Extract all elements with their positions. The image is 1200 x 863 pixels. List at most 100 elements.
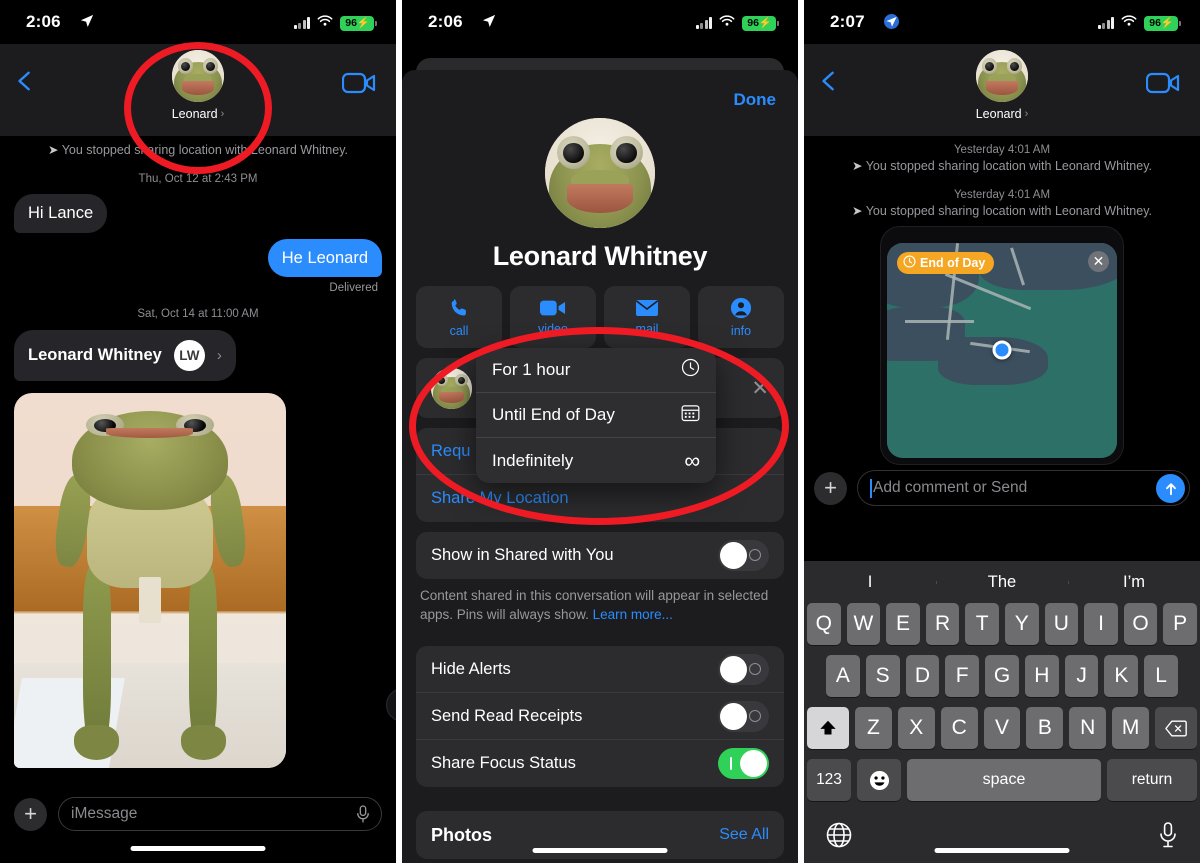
close-x-icon[interactable]: ✕ <box>751 376 769 401</box>
chevron-right-icon: › <box>220 108 225 120</box>
blue-location-dot <box>992 340 1012 360</box>
menu-item-indefinitely[interactable]: Indefinitely ∞ <box>476 438 716 483</box>
system-message: ➤ You stopped sharing location with Leon… <box>47 143 349 157</box>
avatar[interactable] <box>976 50 1028 102</box>
key-u[interactable]: U <box>1044 603 1079 645</box>
message-thread: ➤ You stopped sharing location with Leon… <box>0 136 396 769</box>
system-message-1: ➤ You stopped sharing location with Leon… <box>851 159 1153 173</box>
video-button[interactable]: video <box>510 286 596 348</box>
key-o[interactable]: O <box>1123 603 1158 645</box>
microphone-icon[interactable] <box>1158 821 1178 853</box>
header-contact[interactable]: Leonard › <box>0 50 396 121</box>
home-indicator <box>934 848 1070 853</box>
send-read-receipts-toggle[interactable] <box>718 700 769 732</box>
backspace-icon[interactable] <box>1155 707 1198 749</box>
menu-item-until-end-of-day[interactable]: Until End of Day <box>476 393 716 438</box>
globe-icon[interactable] <box>826 822 852 853</box>
plus-icon[interactable]: + <box>814 471 847 505</box>
avatar[interactable] <box>545 118 655 228</box>
key-g[interactable]: G <box>985 655 1019 697</box>
frog-plush-photo[interactable] <box>14 393 286 769</box>
key-s[interactable]: S <box>865 655 900 697</box>
badge-label: End of Day <box>920 255 986 270</box>
emoji-smiley-icon[interactable] <box>857 759 901 801</box>
key-a[interactable]: A <box>825 655 860 697</box>
menu-item-for-1-hour[interactable]: For 1 hour <box>476 348 716 393</box>
mail-button[interactable]: mail <box>604 286 690 348</box>
key-j[interactable]: J <box>1064 655 1099 697</box>
imessage-input[interactable]: iMessage <box>58 797 382 831</box>
share-duration-badge: End of Day <box>897 251 995 274</box>
wifi-icon <box>1121 14 1137 32</box>
key-t[interactable]: T <box>965 603 999 645</box>
done-button[interactable]: Done <box>734 90 777 110</box>
photo-message[interactable] <box>14 393 396 769</box>
message-bubble-outgoing[interactable]: He Leonard <box>267 238 382 278</box>
key-m[interactable]: M <box>1112 707 1150 749</box>
header-contact[interactable]: Leonard › <box>804 50 1200 121</box>
message-row-outgoing: He Leonard <box>0 236 396 281</box>
avatar[interactable] <box>172 50 224 102</box>
close-x-icon[interactable]: ✕ <box>1088 250 1109 272</box>
key-i[interactable]: I <box>1084 603 1118 645</box>
key-l[interactable]: L <box>1144 655 1179 697</box>
key-z[interactable]: Z <box>855 707 892 749</box>
key-x[interactable]: X <box>897 707 935 749</box>
key-p[interactable]: P <box>1163 603 1197 645</box>
comment-input[interactable]: Add comment or Send <box>857 470 1190 506</box>
conversation-header: Leonard › <box>804 44 1200 136</box>
prediction-3[interactable]: I’m <box>1068 573 1200 592</box>
header-contact-name[interactable]: Leonard › <box>172 107 225 121</box>
photos-title: Photos <box>431 824 492 845</box>
prediction-1[interactable]: I <box>804 573 936 592</box>
key-c[interactable]: C <box>940 707 978 749</box>
key-q[interactable]: Q <box>807 603 841 645</box>
numbers-key[interactable]: 123 <box>807 759 851 801</box>
key-f[interactable]: F <box>945 655 980 697</box>
key-w[interactable]: W <box>846 603 881 645</box>
key-n[interactable]: N <box>1069 707 1107 749</box>
contact-name-label: Leonard <box>975 107 1022 121</box>
message-bubble-incoming[interactable]: Hi Lance <box>14 193 108 233</box>
send-read-receipts-row[interactable]: Send Read Receipts <box>416 693 784 741</box>
see-all-button[interactable]: See All <box>719 826 769 844</box>
key-h[interactable]: H <box>1024 655 1059 697</box>
download-icon[interactable] <box>386 688 396 723</box>
info-label: info <box>730 323 752 338</box>
key-k[interactable]: K <box>1104 655 1139 697</box>
key-b[interactable]: B <box>1026 707 1064 749</box>
shift-up-icon[interactable] <box>807 707 849 749</box>
plus-icon[interactable]: + <box>14 797 47 831</box>
key-y[interactable]: Y <box>1005 603 1039 645</box>
call-button[interactable]: call <box>416 286 502 348</box>
show-in-shared-toggle[interactable] <box>718 540 769 571</box>
location-share-card[interactable]: End of Day ✕ <box>880 225 1124 465</box>
key-e[interactable]: E <box>886 603 920 645</box>
message-timestamp-2: Sat, Oct 14 at 11:00 AM <box>137 308 259 321</box>
info-button[interactable]: info <box>698 286 784 348</box>
prediction-2[interactable]: The <box>936 573 1068 592</box>
send-button[interactable] <box>1156 474 1185 503</box>
show-in-shared-label: Show in Shared with You <box>431 546 614 564</box>
space-key[interactable]: space <box>907 759 1101 801</box>
indefinitely-label: Indefinitely <box>492 450 574 470</box>
shared-contact-card[interactable]: Leonard Whitney LW › <box>14 330 236 382</box>
key-v[interactable]: V <box>983 707 1021 749</box>
microphone-icon[interactable] <box>356 805 370 829</box>
header-contact-name[interactable]: Leonard › <box>976 107 1029 121</box>
hide-alerts-toggle[interactable] <box>718 653 769 685</box>
show-in-shared-with-you-row[interactable]: Show in Shared with You <box>416 532 784 579</box>
share-focus-status-toggle[interactable] <box>718 748 769 780</box>
learn-more-link[interactable]: Learn more... <box>593 607 673 622</box>
share-focus-status-row[interactable]: Share Focus Status <box>416 740 784 787</box>
key-d[interactable]: D <box>905 655 940 697</box>
location-arrow-icon <box>884 14 899 32</box>
return-key[interactable]: return <box>1107 759 1197 801</box>
conversation-settings-group: Hide Alerts Send Read Receipts Share Foc… <box>416 646 784 788</box>
map-preview[interactable]: End of Day ✕ <box>887 242 1117 458</box>
location-arrow-icon <box>80 14 94 31</box>
message-timestamp-1: Yesterday 4:01 AM <box>953 144 1051 156</box>
key-r[interactable]: R <box>925 603 960 645</box>
location-arrow-icon <box>482 14 496 31</box>
hide-alerts-row[interactable]: Hide Alerts <box>416 646 784 694</box>
